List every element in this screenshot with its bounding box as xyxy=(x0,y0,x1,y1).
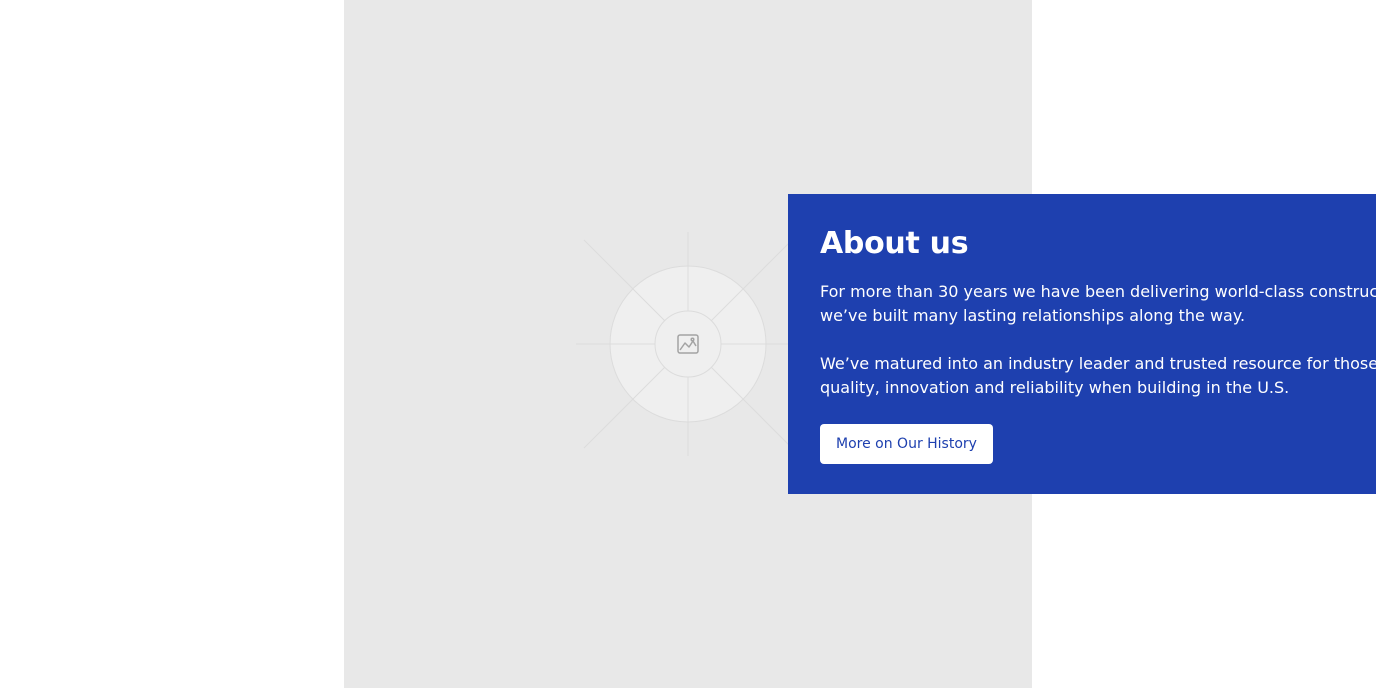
about-paragraph-1-line-1: For more than 30 years we have been deli… xyxy=(820,282,1376,301)
about-paragraph-1: For more than 30 years we have been deli… xyxy=(820,280,1376,328)
about-us-card: About us For more than 30 years we have … xyxy=(788,194,1376,494)
about-title: About us xyxy=(820,226,969,261)
about-paragraph-2-line-1: We’ve matured into an industry leader an… xyxy=(820,354,1376,373)
page: About us For more than 30 years we have … xyxy=(0,0,1376,688)
about-paragraph-2-line-2: quality, innovation and reliability when… xyxy=(820,378,1290,397)
more-on-our-history-button[interactable]: More on Our History xyxy=(820,424,993,464)
about-paragraph-1-line-2: we’ve built many lasting relationships a… xyxy=(820,306,1246,325)
about-paragraph-2: We’ve matured into an industry leader an… xyxy=(820,352,1376,400)
